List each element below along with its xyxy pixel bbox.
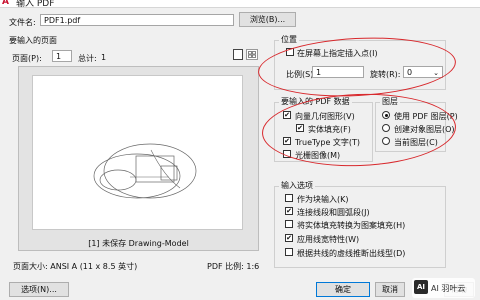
cancel-button[interactable]: 取消 <box>375 282 405 297</box>
pdf-scale-label: PDF 比例: 1:6 <box>207 262 260 271</box>
layer-use-pdf-label: 使用 PDF 图层(P) <box>394 112 458 121</box>
options-button[interactable]: 选项(N)... <box>9 282 69 297</box>
solid-fill-label: 实体填充(F) <box>308 125 351 134</box>
rotation-label: 旋转(R): <box>370 70 401 79</box>
single-page-view-icon[interactable] <box>233 49 243 60</box>
apply-lineweight-label: 应用线宽特性(W) <box>297 235 360 244</box>
pdf-data-group-title: 要输入的 PDF 数据 <box>279 96 352 107</box>
pdf-preview-pane[interactable]: [1] 未保存 Drawing-Model <box>18 66 259 251</box>
layers-group-title: 图层 <box>380 96 400 107</box>
watermark-logo: AI AI 羽叶云 <box>412 278 475 298</box>
join-segments-checkbox[interactable]: ✔ <box>285 207 293 215</box>
page-input[interactable]: 1 <box>52 50 72 62</box>
chevron-down-icon: ⌄ <box>433 69 439 77</box>
rotation-select[interactable]: 0 ⌄ <box>403 66 443 78</box>
import-options-group-title: 输入选项 <box>279 180 315 191</box>
grid-view-icon[interactable] <box>246 49 258 60</box>
position-group-title: 位置 <box>279 34 299 45</box>
drawing-sketch <box>93 143 197 199</box>
convert-fill-to-hatch-label: 将实体填充转换为图案填充(H) <box>297 221 406 230</box>
autocad-logo-icon: A <box>2 0 9 7</box>
vector-geometry-checkbox[interactable]: ✔ <box>283 111 291 119</box>
truetype-text-checkbox[interactable]: ✔ <box>283 137 291 145</box>
raster-image-checkbox[interactable] <box>283 150 291 158</box>
scale-input[interactable]: 1 <box>312 66 364 78</box>
watermark-text: AI 羽叶云 <box>431 284 466 293</box>
truetype-text-label: TrueType 文字(T) <box>295 138 361 147</box>
specify-on-screen-label: 在屏幕上指定插入点(I) <box>297 49 378 58</box>
rotation-value: 0 <box>407 68 413 77</box>
convert-fill-to-hatch-checkbox[interactable] <box>285 220 293 228</box>
file-name-field[interactable]: PDF1.pdf <box>40 14 234 26</box>
infer-linetype-checkbox[interactable] <box>285 248 293 256</box>
page-label: 页面(P): <box>12 54 42 63</box>
infer-linetype-label: 根据共线的虚线推断出线型(D) <box>297 249 406 258</box>
page-size-label: 页面大小: ANSI A (11 x 8.5 英寸) <box>13 262 138 271</box>
layer-use-pdf-radio[interactable] <box>382 111 390 119</box>
title-bar: A 输入 PDF <box>0 0 480 8</box>
solid-fill-checkbox[interactable]: ✔ <box>296 124 304 132</box>
watermark-ai-icon: AI <box>414 280 428 294</box>
layer-current-label: 当前图层(C) <box>394 138 438 147</box>
ok-button[interactable]: 确定 <box>316 282 370 297</box>
specify-on-screen-checkbox[interactable] <box>286 48 294 56</box>
pdf-page-thumbnail <box>32 75 243 230</box>
vector-geometry-label: 向量几何图形(V) <box>295 112 355 121</box>
total-value: 1 <box>101 53 107 62</box>
raster-image-label: 光栅图像(M) <box>295 151 341 160</box>
layer-object-radio[interactable] <box>382 124 390 132</box>
join-segments-label: 连接线段和圆弧段(J) <box>297 208 370 217</box>
layer-current-radio[interactable] <box>382 137 390 145</box>
import-as-block-checkbox[interactable] <box>285 194 293 202</box>
window-title: 输入 PDF <box>16 0 55 8</box>
preview-caption: [1] 未保存 Drawing-Model <box>88 239 189 248</box>
page-section-title: 要输入的页面 <box>9 36 57 45</box>
layer-object-label: 创建对象图层(O) <box>394 125 455 134</box>
import-as-block-label: 作为块输入(K) <box>297 195 349 204</box>
browse-button[interactable]: 浏览(B)... <box>239 12 296 27</box>
file-label: 文件名: <box>9 18 36 27</box>
apply-lineweight-checkbox[interactable]: ✔ <box>285 234 293 242</box>
total-label: 总计: <box>78 54 97 63</box>
